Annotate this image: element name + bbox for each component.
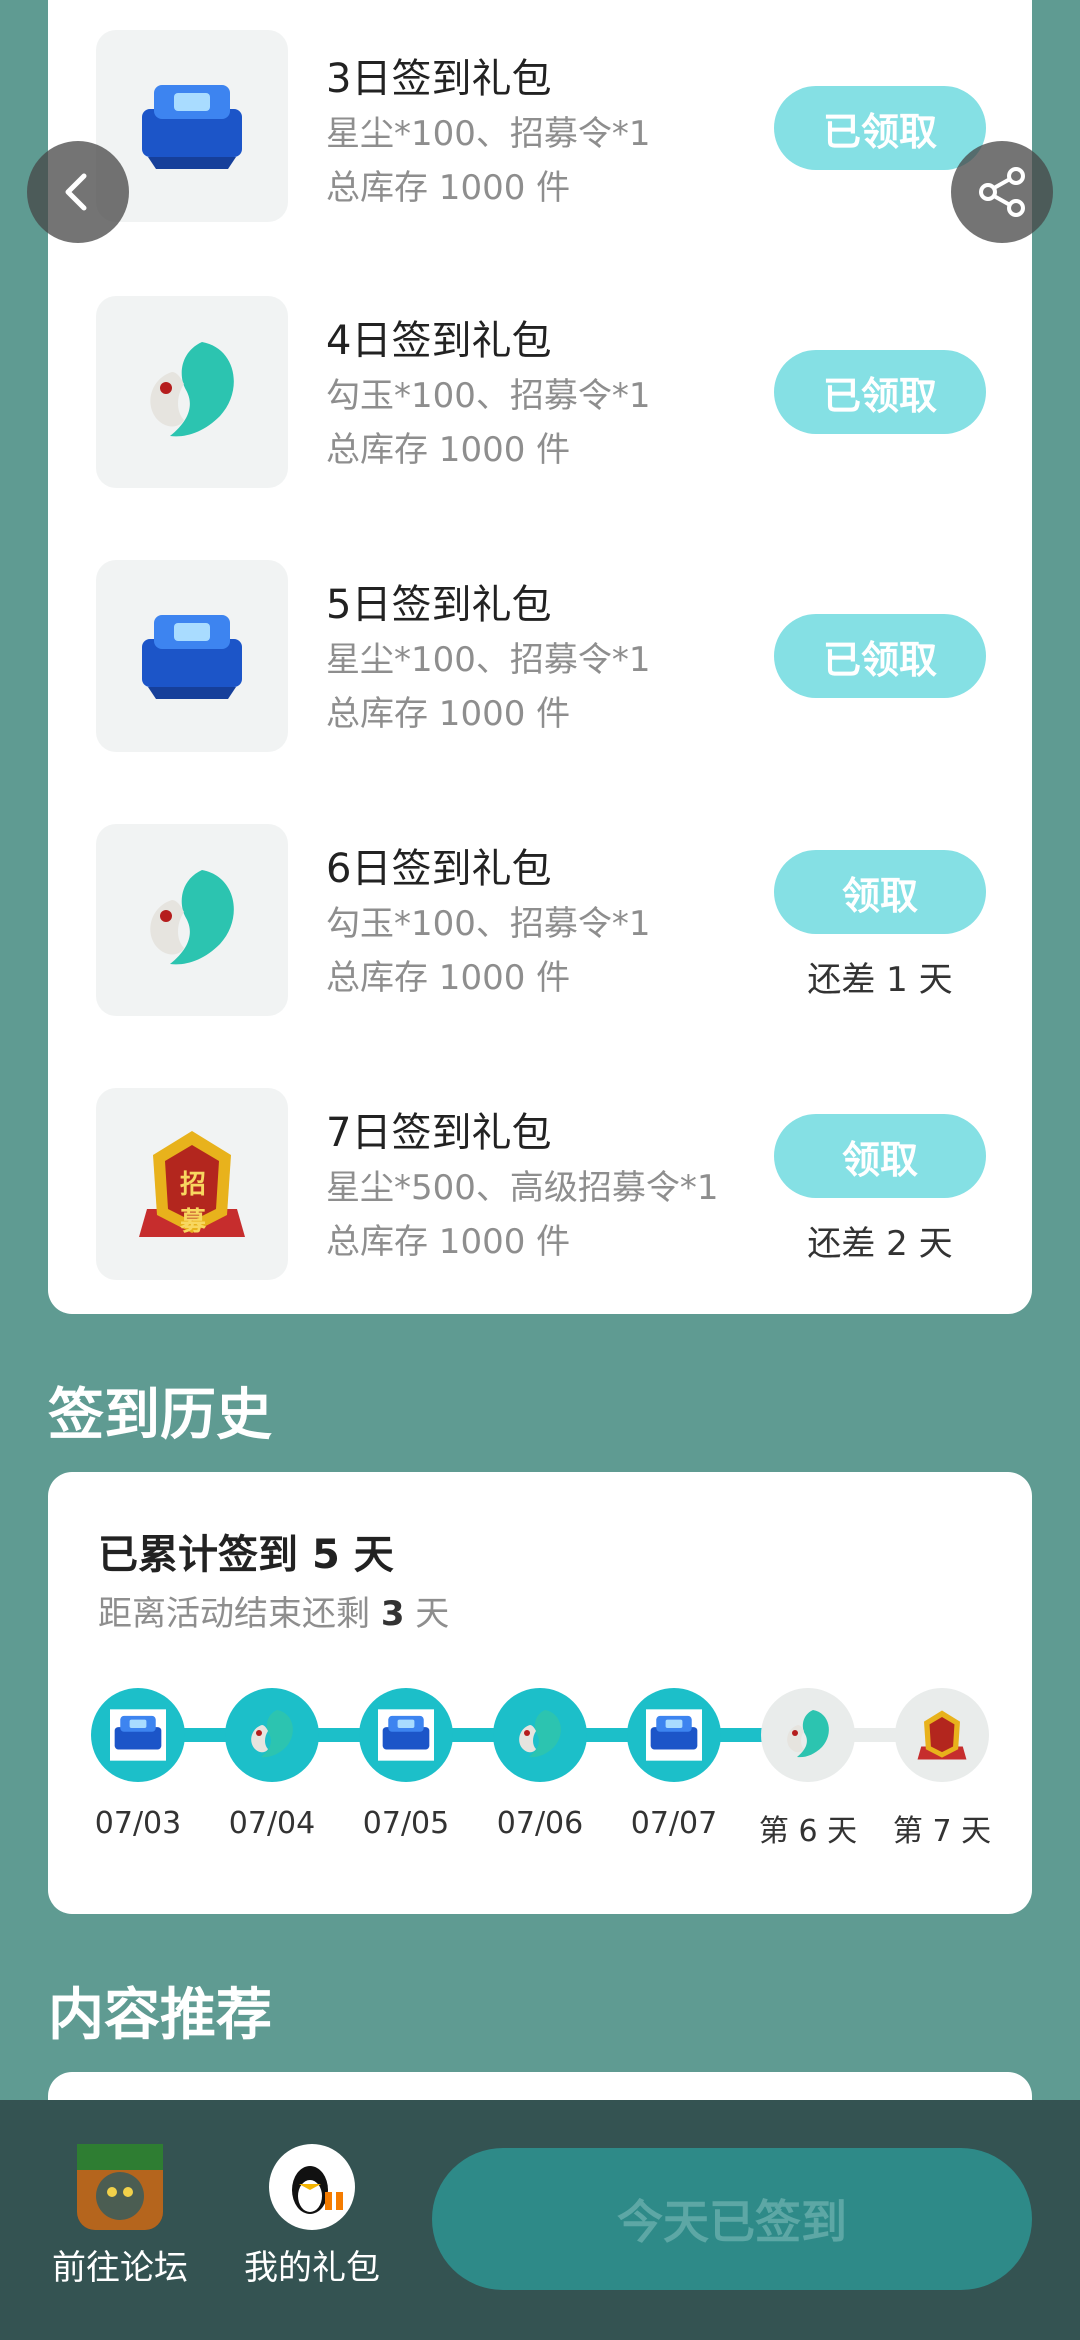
gift-row-day3: 3日签到礼包 星尘*100、招募令*1 总库存 1000 件 已领取: [48, 0, 1032, 222]
star-dust-chest-icon: [96, 560, 288, 752]
day-node: [493, 1688, 587, 1782]
recruit-badge-text: 招募: [179, 1170, 206, 1237]
history-section-title: 签到历史: [48, 1383, 272, 1448]
back-button[interactable]: [27, 141, 129, 243]
recruit-badge-icon: [917, 1710, 967, 1760]
gift-stock: 总库存 1000 件: [326, 694, 571, 734]
recommend-section-title: 内容推荐: [48, 1983, 272, 2048]
rewards-card: 3日签到礼包 星尘*100、招募令*1 总库存 1000 件 已领取 4日签到礼…: [48, 0, 1032, 1314]
my-gifts-label: 我的礼包: [244, 2248, 380, 2288]
forum-label: 前往论坛: [52, 2248, 188, 2288]
day-label: 07/07: [630, 1806, 718, 1841]
magatama-icon: [787, 1710, 829, 1758]
forum-game-avatar-icon: [77, 2144, 163, 2230]
gift-desc: 星尘*100、招募令*1: [326, 640, 651, 680]
gift-stock: 总库存 1000 件: [326, 430, 571, 470]
gift-row-day6: 6日签到礼包 勾玉*100、招募令*1 总库存 1000 件 领取 还差 1 天: [48, 792, 1032, 1016]
claimed-button[interactable]: 已领取: [774, 86, 986, 170]
day-node: [761, 1688, 855, 1782]
claim-button[interactable]: 领取: [774, 1114, 986, 1198]
claimed-button[interactable]: 已领取: [774, 350, 986, 434]
gift-desc: 星尘*100、招募令*1: [326, 114, 651, 154]
share-icon: [979, 167, 1025, 217]
star-dust-chest-icon: [378, 1709, 434, 1761]
star-dust-chest-icon: [110, 1709, 166, 1761]
days-remaining-note: 还差 1 天: [807, 960, 953, 1000]
day-node: [895, 1688, 989, 1782]
gift-desc: 星尘*500、高级招募令*1: [326, 1168, 719, 1208]
gift-row-day4: 4日签到礼包 勾玉*100、招募令*1 总库存 1000 件 已领取: [48, 264, 1032, 488]
gift-title: 6日签到礼包: [326, 846, 552, 892]
gift-desc: 勾玉*100、招募令*1: [326, 376, 651, 416]
magatama-icon: [519, 1710, 561, 1758]
claimed-button[interactable]: 已领取: [774, 614, 986, 698]
gift-title: 4日签到礼包: [326, 318, 552, 364]
days-remaining-note: 还差 2 天: [807, 1224, 953, 1264]
forum-link[interactable]: 前往论坛: [30, 2144, 210, 2289]
gift-title: 7日签到礼包: [326, 1110, 552, 1156]
day-node: [91, 1688, 185, 1782]
gift-desc: 勾玉*100、招募令*1: [326, 904, 651, 944]
day-label: 第 7 天: [892, 1814, 992, 1849]
gift-stock: 总库存 1000 件: [326, 958, 571, 998]
magatama-icon: [96, 296, 288, 488]
qq-penguin-icon: [269, 2144, 355, 2230]
history-card: 已累计签到 5 天 距离活动结束还剩 3 天 07/03 07/04 07/05…: [48, 1472, 1032, 1914]
chevron-left-icon: [65, 173, 87, 211]
gift-stock: 总库存 1000 件: [326, 168, 571, 208]
magatama-icon: [96, 824, 288, 1016]
gift-stock: 总库存 1000 件: [326, 1222, 571, 1262]
day-node: [627, 1688, 721, 1782]
day-node: [225, 1688, 319, 1782]
my-gifts-link[interactable]: 我的礼包: [222, 2144, 402, 2289]
magatama-icon: [251, 1710, 293, 1758]
gift-title: 5日签到礼包: [326, 582, 552, 628]
bottom-action-bar: 前往论坛 我的礼包 今天已签到: [0, 2100, 1080, 2340]
day-label: 07/04: [228, 1806, 316, 1841]
day-label: 07/03: [94, 1806, 182, 1841]
claim-button[interactable]: 领取: [774, 850, 986, 934]
signed-today-button[interactable]: 今天已签到: [432, 2148, 1032, 2290]
gift-row-day5: 5日签到礼包 星尘*100、招募令*1 总库存 1000 件 已领取: [48, 528, 1032, 752]
recruit-badge-icon: 招募: [96, 1088, 288, 1280]
day-node: [359, 1688, 453, 1782]
star-dust-chest-icon: [646, 1709, 702, 1761]
day-label: 07/06: [496, 1806, 584, 1841]
day-label: 07/05: [362, 1806, 450, 1841]
total-checkins: 已累计签到 5 天: [98, 1532, 394, 1578]
day-label: 第 6 天: [758, 1814, 858, 1849]
gift-title: 3日签到礼包: [326, 56, 552, 102]
share-button[interactable]: [951, 141, 1053, 243]
days-until-end: 距离活动结束还剩 3 天: [98, 1594, 450, 1634]
gift-row-day7: 招募 7日签到礼包 星尘*500、高级招募令*1 总库存 1000 件 领取 还…: [48, 1056, 1032, 1280]
